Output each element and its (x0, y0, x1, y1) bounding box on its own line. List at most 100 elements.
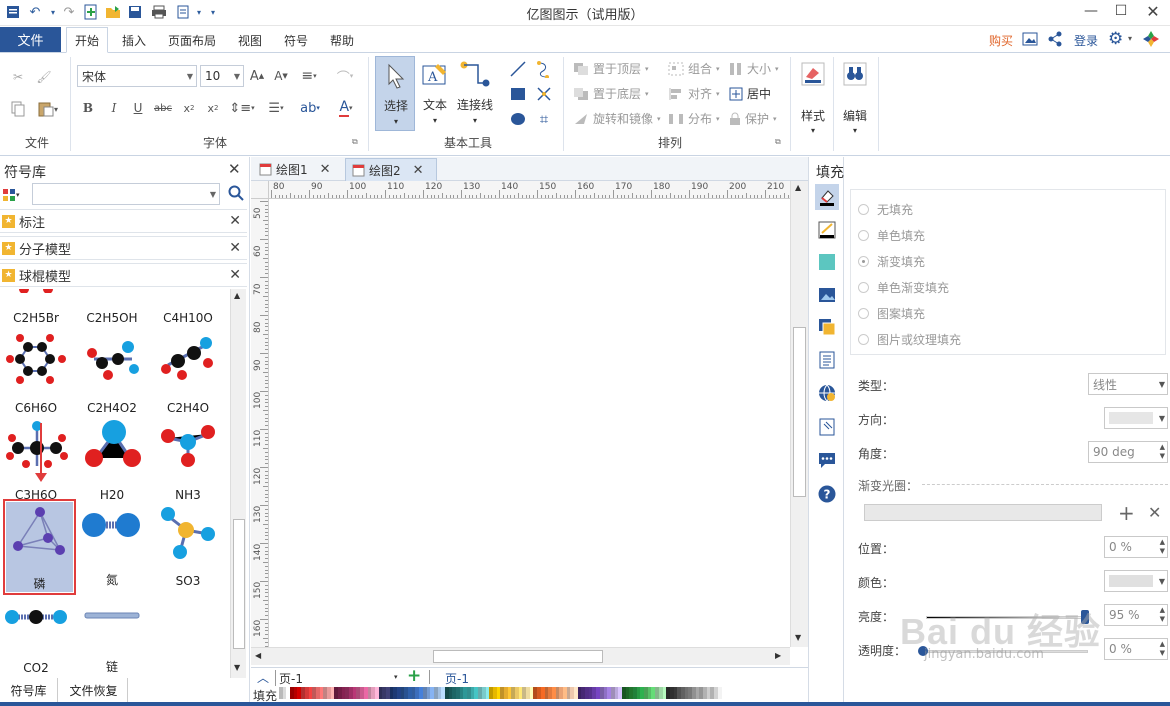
scroll-down-icon[interactable]: ▼ (795, 633, 801, 642)
rectangle-tool-icon[interactable] (507, 84, 529, 104)
tab-page-layout[interactable]: 页面布局 (162, 27, 222, 53)
add-stop-icon[interactable]: + (1118, 501, 1135, 525)
symbol-nitrogen[interactable]: 氮 (76, 502, 148, 588)
tab-help[interactable]: 帮助 (322, 27, 362, 53)
type-select[interactable]: 线性 ▼ (1088, 373, 1168, 395)
paste-icon[interactable]: ▾ (34, 99, 62, 119)
doc-tab-drawing1[interactable]: 绘图1 ✕ (253, 158, 339, 181)
edit-dropdown-icon[interactable]: ▾ (838, 126, 872, 135)
bold-icon[interactable]: B (80, 99, 96, 117)
settings-dropdown-icon[interactable]: ▾ (1128, 34, 1132, 43)
close-window-button[interactable]: ✕ (1138, 0, 1168, 22)
align-button[interactable]: 对齐 ▾ (668, 85, 720, 102)
underline-icon[interactable]: U (130, 99, 146, 117)
fill-option-solid[interactable]: 单色填充 (858, 227, 925, 244)
font-dialog-launcher-icon[interactable]: ⧉ (352, 137, 358, 147)
horizontal-scrollbar[interactable]: ◀ ▶ (251, 647, 790, 665)
bullet-list-icon[interactable]: ☰ ▾ (262, 99, 290, 117)
tab-symbol-library[interactable]: 符号库 (0, 678, 58, 702)
rotate-mirror-button[interactable]: 旋转和镜像 ▾ (573, 110, 661, 127)
doc-tab-drawing2[interactable]: 绘图2 ✕ (345, 158, 437, 181)
remove-stop-icon[interactable]: ✕ (1148, 503, 1161, 522)
symbol-phosphorus[interactable]: 磷 (6, 502, 73, 592)
tab-symbol[interactable]: 符号 (276, 27, 316, 53)
select-dropdown-icon[interactable]: ▾ (376, 117, 416, 126)
position-spinner[interactable]: 0 % ▲ ▼ (1104, 536, 1168, 558)
fill-option-picture-texture[interactable]: 图片或纹理填充 (858, 331, 961, 348)
library-search-input[interactable]: ▼ (32, 183, 220, 205)
connector-dropdown-icon[interactable]: ▾ (455, 116, 495, 125)
symbol-c2h5oh[interactable]: C2H5OH (76, 289, 148, 325)
pages-collapse-icon[interactable]: ︿ (257, 669, 269, 686)
italic-icon[interactable]: I (106, 99, 122, 117)
text-dropdown-icon[interactable]: ▾ (418, 116, 452, 125)
line-tool-icon[interactable] (507, 59, 529, 79)
cut-icon[interactable]: ✂ (8, 67, 28, 87)
connector-tool-button[interactable]: 连接线 ▾ (455, 56, 495, 131)
grow-font-icon[interactable]: A ▲ (248, 67, 266, 85)
text-tool-button[interactable]: A 文本 ▾ (418, 56, 452, 131)
copy-icon[interactable] (8, 99, 28, 119)
close-library-button[interactable]: ✕ (228, 160, 241, 178)
image-icon[interactable] (1022, 31, 1038, 50)
scroll-left-icon[interactable]: ◀ (255, 651, 261, 660)
attachment-panel-icon[interactable] (817, 417, 837, 437)
symbol-c4h10o[interactable]: C4H10O (152, 289, 224, 325)
symbol-nh3[interactable]: NH3 (152, 416, 224, 502)
style-dropdown-icon[interactable]: ▾ (797, 126, 829, 135)
scroll-down-icon[interactable]: ▼ (234, 663, 240, 672)
arc-tool-icon[interactable] (533, 59, 555, 79)
font-name-select[interactable]: 宋体 ▼ (77, 65, 197, 87)
ellipse-tool-icon[interactable] (507, 109, 529, 129)
layer-panel-icon[interactable] (817, 317, 837, 337)
fill-option-single-gradient[interactable]: 单色渐变填充 (858, 279, 949, 296)
line-panel-icon[interactable] (817, 220, 837, 240)
paragraph-align-icon[interactable]: ≡ ▾ (296, 67, 322, 85)
arrange-dialog-launcher-icon[interactable]: ⧉ (775, 137, 781, 147)
add-page-icon[interactable]: + (407, 666, 421, 686)
shrink-font-icon[interactable]: A ▼ (272, 67, 290, 85)
symbol-co2[interactable]: CO2 (0, 589, 72, 675)
image-panel-icon[interactable] (817, 285, 837, 305)
line-spacing-icon[interactable]: ⇕≡ ▾ (228, 99, 256, 117)
tab-insert[interactable]: 插入 (112, 27, 156, 53)
tab-file-recovery[interactable]: 文件恢复 (60, 678, 128, 702)
shadow-panel-icon[interactable] (817, 252, 837, 272)
font-color-icon[interactable]: A ▾ (332, 99, 360, 117)
document-panel-icon[interactable] (817, 350, 837, 370)
send-to-back-button[interactable]: 置于底层 ▾ (573, 85, 649, 102)
scroll-up-icon[interactable]: ▲ (234, 291, 240, 300)
strikethrough-icon[interactable]: abc (152, 99, 174, 117)
theme-icon[interactable] (1142, 30, 1160, 51)
highlight-icon[interactable]: ab ▾ (296, 99, 324, 117)
format-painter-icon[interactable]: 🖌 (34, 67, 54, 87)
page-selector[interactable]: 页-1 ▾ (275, 670, 398, 686)
file-menu-button[interactable]: 文件 (0, 27, 61, 52)
close-tab-icon[interactable]: ✕ (320, 162, 331, 177)
buy-link[interactable]: 购买 (984, 27, 1018, 53)
library-category-molecule[interactable]: ★ 分子模型 ✕ (0, 236, 247, 260)
search-icon[interactable] (228, 185, 244, 204)
edit-button[interactable]: 编辑 ▾ (838, 56, 872, 135)
close-category-icon[interactable]: ✕ (229, 267, 241, 283)
group-button[interactable]: 组合 ▾ (668, 60, 720, 77)
fill-option-none[interactable]: 无填充 (858, 201, 913, 218)
bring-to-front-button[interactable]: 置于顶层 ▾ (573, 60, 649, 77)
symbol-c3h6o[interactable]: C3H6O (0, 416, 72, 502)
subscript-icon[interactable]: x2 (180, 99, 198, 117)
scroll-right-icon[interactable]: ▶ (775, 651, 781, 660)
symbol-c6h6o[interactable]: C6H6O (0, 329, 72, 415)
color-picker[interactable]: ▼ (1104, 570, 1168, 592)
horizontal-scroll-thumb[interactable] (433, 650, 603, 663)
maximize-button[interactable]: ☐ (1106, 0, 1136, 22)
settings-gear-icon[interactable]: ⚙ (1108, 29, 1123, 49)
tab-view[interactable]: 视图 (230, 27, 270, 53)
current-page-tab[interactable]: 页-1 (445, 670, 469, 687)
color-swatch[interactable] (717, 687, 722, 699)
symbol-chain[interactable]: 链 (76, 589, 148, 675)
crop-tool-icon[interactable]: ⌗ (533, 109, 555, 129)
protect-button[interactable]: 保护 ▾ (729, 110, 777, 127)
library-menu-icon[interactable]: ▾ (2, 186, 30, 204)
symbol-c2h4o[interactable]: C2H4O (152, 329, 224, 415)
size-button[interactable]: 大小 ▾ (729, 60, 779, 77)
